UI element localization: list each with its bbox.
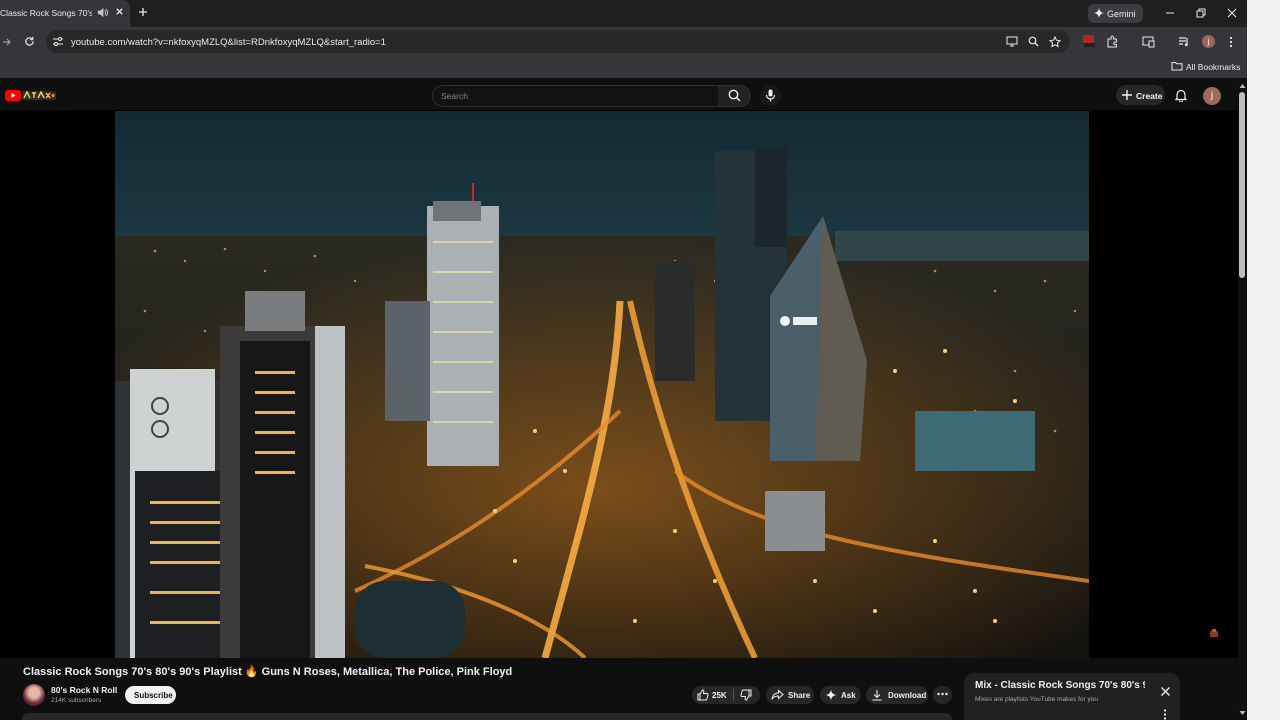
reload-icon[interactable]: [24, 36, 35, 47]
new-tab-icon[interactable]: [137, 6, 149, 18]
forward-icon[interactable]: [2, 37, 12, 47]
search-placeholder: Search: [441, 91, 468, 101]
ask-label: Ask: [841, 691, 856, 700]
subscribe-label: Subscribe: [134, 691, 173, 700]
bell-icon[interactable]: [1175, 89, 1187, 102]
close-icon[interactable]: [1160, 686, 1171, 697]
share-icon: [771, 689, 784, 701]
zoom-icon[interactable]: [1028, 36, 1039, 47]
all-bookmarks-link[interactable]: All Bookmarks: [1186, 62, 1240, 72]
video-title: Classic Rock Songs 70's 80's 90's Playli…: [23, 665, 512, 678]
scroll-up-arrow-icon[interactable]: [1239, 83, 1246, 89]
youtube-logo[interactable]: [5, 89, 57, 102]
create-label: Create: [1136, 91, 1163, 101]
mix-title[interactable]: Mix - Classic Rock Songs 70's 80's 90's …: [975, 680, 1145, 691]
more-horizontal-icon: [937, 692, 948, 696]
like-count: 25K: [712, 691, 727, 700]
scroll-down-arrow-icon[interactable]: [1239, 710, 1246, 716]
subscriber-count: 214K subscribers: [51, 697, 102, 704]
fire-emoji: 🔥: [244, 666, 259, 678]
more-vertical-icon[interactable]: [1163, 709, 1167, 720]
mix-subtitle: Mixes are playlists YouTube makes for yo…: [975, 696, 1098, 703]
minimize-icon[interactable]: [1164, 7, 1176, 19]
scrollbar-thumb[interactable]: [1239, 92, 1245, 278]
chrome-menu-icon[interactable]: [1228, 36, 1234, 48]
media-control-icon[interactable]: [1178, 36, 1190, 47]
folder-icon[interactable]: [1171, 61, 1183, 71]
sparkle-icon: [825, 689, 837, 701]
like-divider: [733, 689, 734, 701]
gemini-sparkle-icon: [1094, 8, 1104, 18]
desktop-background: [1247, 0, 1280, 720]
channel-name[interactable]: 80's Rock N Roll: [51, 685, 117, 695]
extension-badge-icon[interactable]: [1082, 34, 1096, 48]
like-icon[interactable]: [697, 689, 709, 701]
window-close-icon[interactable]: [1226, 7, 1238, 19]
video-title-main: Classic Rock Songs 70's 80's 90's Playli…: [23, 666, 242, 678]
bookmarks-bar: [0, 56, 1280, 78]
browser-profile-avatar[interactable]: j: [1202, 35, 1215, 48]
description-box[interactable]: [22, 713, 952, 720]
search-input[interactable]: [432, 85, 720, 107]
channel-avatar[interactable]: [23, 684, 45, 706]
close-tab-icon[interactable]: [114, 6, 125, 17]
site-info-icon[interactable]: [52, 36, 64, 47]
video-title-rest: Guns N Roses, Metallica, The Police, Pin…: [261, 666, 513, 678]
cast-icon[interactable]: [1006, 36, 1018, 47]
speaker-icon[interactable]: [97, 7, 108, 18]
avatar[interactable]: j: [1203, 87, 1221, 105]
video-frame-city-night[interactable]: [115, 111, 1089, 658]
url-text[interactable]: youtube.com/watch?v=nkfoxyqMZLQ&list=RDn…: [71, 37, 386, 48]
extensions-icon[interactable]: [1106, 35, 1119, 48]
star-icon[interactable]: [1049, 36, 1061, 48]
download-icon: [871, 689, 883, 701]
share-label: Share: [788, 691, 811, 700]
tab-title[interactable]: Classic Rock Songs 70's 80's: [0, 8, 92, 18]
dislike-icon[interactable]: [740, 689, 752, 701]
search-icon: [728, 89, 741, 102]
plus-icon: [1121, 89, 1133, 101]
mic-icon: [765, 89, 776, 102]
channel-watermark-icon[interactable]: [1209, 628, 1219, 638]
restore-icon[interactable]: [1195, 7, 1207, 19]
gemini-label: Gemini: [1107, 9, 1136, 19]
download-label: Download: [888, 691, 927, 700]
side-panel-icon[interactable]: [1142, 36, 1155, 48]
